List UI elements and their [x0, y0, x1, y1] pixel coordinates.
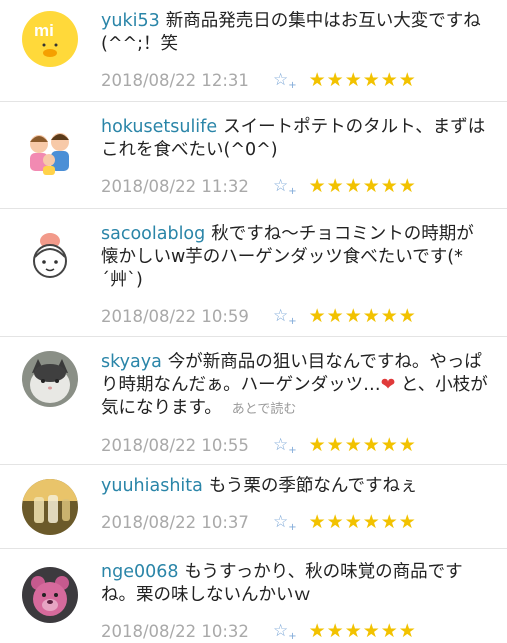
add-star-button[interactable]: ☆+ [273, 621, 297, 642]
add-star-plus: + [288, 186, 297, 197]
comment-date: 2018/08/22 12:31 [101, 70, 249, 90]
avatar[interactable]: mi [22, 11, 78, 67]
comment-body: yuki53 新商品発売日の集中はお互い大変ですね(^^;！笑 2018/08/2… [101, 10, 489, 92]
comment-text: もう栗の季節なんですねぇ [208, 476, 418, 496]
comment-text-block: yuki53 新商品発売日の集中はお互い大変ですね(^^;！笑 [101, 10, 489, 56]
comment-date: 2018/08/22 10:59 [101, 306, 249, 326]
username-link[interactable]: sacoolablog [101, 224, 205, 244]
comment-body: yuuhiashita もう栗の季節なんですねぇ 2018/08/22 10:37… [101, 475, 489, 534]
pink-bear-photo-icon [22, 567, 78, 623]
add-star-icon: ☆ [273, 435, 289, 455]
comment-meta: 2018/08/22 10:32 ☆+ ★★★★★★ [101, 619, 489, 643]
star-rating[interactable]: ★★★★★★ [309, 620, 417, 642]
comment-date: 2018/08/22 10:55 [101, 435, 249, 455]
avatar[interactable] [22, 567, 78, 623]
comment-body: sacoolablog 秋ですね〜チョコミントの時期が懐かしいw芋のハーゲンダッツ… [101, 223, 489, 328]
comment-text-block: hokusetsulife スイートポテトのタルト、まずはこれを食べたい(^0^) [101, 116, 489, 162]
comment-text-block: nge0068 もうすっかり、秋の味覚の商品ですね。栗の味しないんかいｗ [101, 561, 489, 607]
add-star-button[interactable]: ☆+ [273, 306, 297, 327]
add-star-icon: ☆ [273, 621, 289, 641]
add-star-plus: + [288, 445, 297, 456]
comment-body: nge0068 もうすっかり、秋の味覚の商品ですね。栗の味しないんかいｗ 2018… [101, 561, 489, 643]
add-star-icon: ☆ [273, 176, 289, 196]
comment-text-block: yuuhiashita もう栗の季節なんですねぇ [101, 475, 489, 498]
svg-text:mi: mi [34, 21, 54, 40]
comment-body: skyaya 今が新商品の狙い目なんですね。やっぱり時期なんだぁ。ハーゲンダッツ…… [101, 351, 489, 457]
add-star-plus: + [288, 631, 297, 642]
read-later-link[interactable]: あとで読む [232, 402, 297, 417]
star-rating[interactable]: ★★★★★★ [309, 305, 417, 327]
username-link[interactable]: skyaya [101, 352, 162, 372]
add-star-plus: + [288, 522, 297, 533]
add-star-button[interactable]: ☆+ [273, 70, 297, 91]
star-rating[interactable]: ★★★★★★ [309, 69, 417, 91]
comment-item: mi yuki53 新商品発売日の集中はお互い大変ですね(^^;！笑 2018/0… [0, 0, 507, 102]
add-star-button[interactable]: ☆+ [273, 176, 297, 197]
comment-item: yuuhiashita もう栗の季節なんですねぇ 2018/08/22 10:37… [0, 465, 507, 549]
comment-item: sacoolablog 秋ですね〜チョコミントの時期が懐かしいw芋のハーゲンダッツ… [0, 209, 507, 337]
comment-text-block: sacoolablog 秋ですね〜チョコミントの時期が懐かしいw芋のハーゲンダッツ… [101, 223, 489, 292]
comment-body: hokusetsulife スイートポテトのタルト、まずはこれを食べたい(^0^)… [101, 116, 489, 198]
star-rating[interactable]: ★★★★★★ [309, 434, 417, 456]
add-star-button[interactable]: ☆+ [273, 435, 297, 456]
add-star-icon: ☆ [273, 70, 289, 90]
comment-meta: 2018/08/22 11:32 ☆+ ★★★★★★ [101, 174, 489, 198]
add-star-icon: ☆ [273, 512, 289, 532]
username-link[interactable]: nge0068 [101, 562, 179, 582]
avatar[interactable] [22, 227, 78, 283]
add-star-button[interactable]: ☆+ [273, 512, 297, 533]
add-star-icon: ☆ [273, 306, 289, 326]
comment-text-block: skyaya 今が新商品の狙い目なんですね。やっぱり時期なんだぁ。ハーゲンダッツ…… [101, 351, 489, 421]
comment-item: nge0068 もうすっかり、秋の味覚の商品ですね。栗の味しないんかいｗ 2018… [0, 549, 507, 643]
heart-emoji: ❤ [380, 375, 396, 395]
username-link[interactable]: yuuhiashita [101, 476, 203, 496]
mi-duck-logo-icon: mi [22, 11, 78, 67]
username-link[interactable]: hokusetsulife [101, 117, 217, 137]
username-link[interactable]: yuki53 [101, 11, 160, 31]
avatar[interactable] [22, 479, 78, 535]
comment-meta: 2018/08/22 10:59 ☆+ ★★★★★★ [101, 304, 489, 328]
comment-item: hokusetsulife スイートポテトのタルト、まずはこれを食べたい(^0^)… [0, 102, 507, 209]
comment-meta: 2018/08/22 12:31 ☆+ ★★★★★★ [101, 68, 489, 92]
family-illustration-icon [22, 122, 78, 178]
star-rating[interactable]: ★★★★★★ [309, 175, 417, 197]
comment-meta: 2018/08/22 10:37 ☆+ ★★★★★★ [101, 510, 489, 534]
comment-date: 2018/08/22 10:32 [101, 621, 249, 641]
avatar[interactable] [22, 351, 78, 407]
cat-photo-icon [22, 351, 78, 407]
comment-date: 2018/08/22 10:37 [101, 512, 249, 532]
comment-item: skyaya 今が新商品の狙い目なんですね。やっぱり時期なんだぁ。ハーゲンダッツ…… [0, 337, 507, 465]
comment-list: mi yuki53 新商品発売日の集中はお互い大変ですね(^^;！笑 2018/0… [0, 0, 507, 643]
comment-date: 2018/08/22 11:32 [101, 176, 249, 196]
add-star-plus: + [288, 80, 297, 91]
glasses-photo-icon [22, 479, 78, 535]
comment-meta: 2018/08/22 10:55 ☆+ ★★★★★★ [101, 433, 489, 457]
avatar[interactable] [22, 122, 78, 178]
girl-illustration-icon [22, 227, 78, 283]
star-rating[interactable]: ★★★★★★ [309, 511, 417, 533]
add-star-plus: + [288, 316, 297, 327]
